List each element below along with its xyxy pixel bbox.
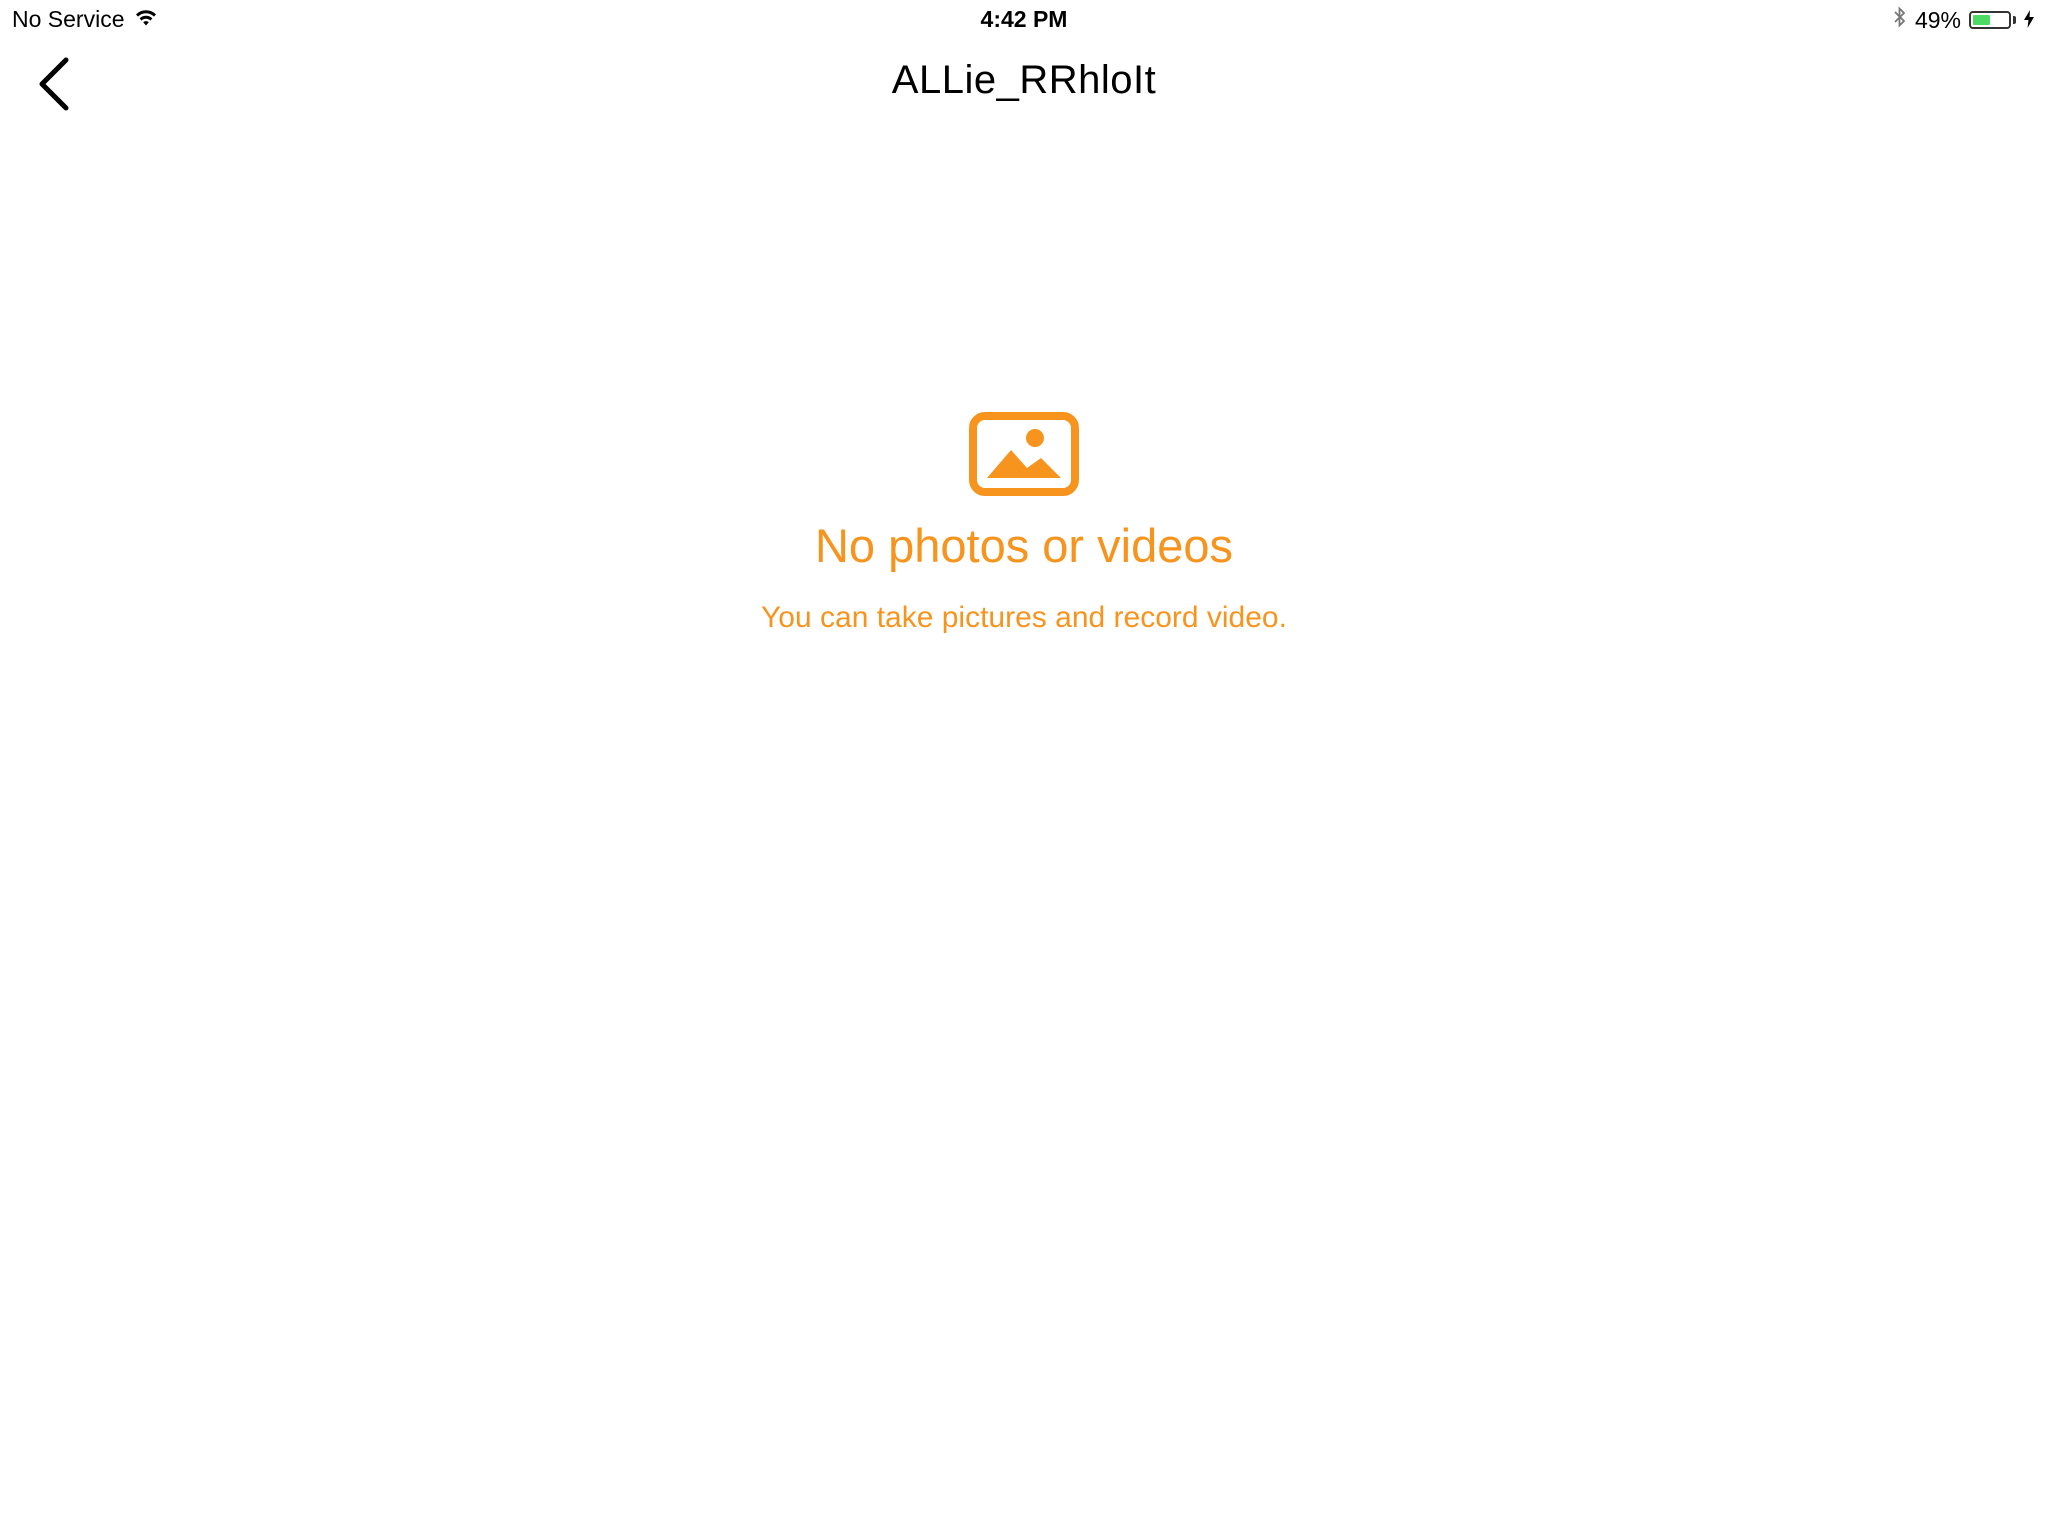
battery-fill <box>1973 15 1990 25</box>
status-bar: No Service 4:42 PM 49% <box>0 0 2048 40</box>
photo-icon <box>969 412 1079 496</box>
navigation-bar: ALLie_RRhloIt <box>0 40 2048 126</box>
status-time: 4:42 PM <box>980 6 1068 32</box>
battery-percent: 49% <box>1914 6 1961 33</box>
empty-state-subtitle: You can take pictures and record video. <box>761 601 1287 634</box>
charging-bolt-icon <box>2024 7 2034 34</box>
empty-state-title: No photos or videos <box>814 519 1234 572</box>
battery-icon <box>1969 11 2011 29</box>
status-right: 49% <box>1893 6 2034 34</box>
empty-state: No photos or videos You can take picture… <box>0 412 2048 636</box>
battery-nub <box>2013 16 2016 24</box>
page-title: ALLie_RRhloIt <box>891 58 1157 102</box>
bluetooth-icon <box>1893 6 1907 34</box>
